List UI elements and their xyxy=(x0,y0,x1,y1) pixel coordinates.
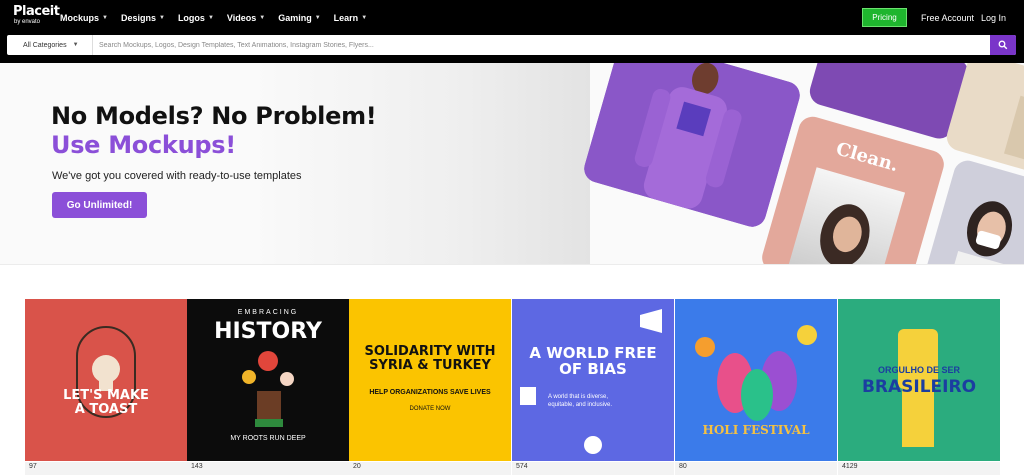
tile-text: A TOAST xyxy=(74,402,138,417)
tile-count-bar xyxy=(838,462,1000,475)
nav-label: Designs xyxy=(120,12,156,23)
search-bar: All Categories ▼ xyxy=(7,35,1016,55)
hero-banner: Clean. No Models? No Problem! Use Mockup… xyxy=(0,63,1024,265)
template-tile[interactable]: A WORLD FREE OF BIAS A world that is div… xyxy=(512,299,674,461)
card-headline: Clean. xyxy=(833,138,901,177)
tile-count-bar xyxy=(187,462,349,475)
tile-count: 80 xyxy=(679,463,687,470)
tile-text: HOLI FESTIVAL xyxy=(702,423,810,437)
tile-count: 574 xyxy=(516,463,528,470)
tile-count-bar xyxy=(675,462,837,475)
main-nav: Mockups ▼ Designs ▼ Logos ▼ Videos ▼ Gaming ▼… xyxy=(60,0,380,35)
tile-count: 4129 xyxy=(842,463,858,470)
chevron-down-icon: ▼ xyxy=(72,42,79,48)
tile-text: equitable, and inclusive. xyxy=(548,402,613,408)
template-tile[interactable]: SOLIDARITY WITH SYRIA & TURKEY HELP ORGA… xyxy=(349,299,511,461)
tile-count-bar xyxy=(25,462,187,475)
tile-text: A world that is diverse, xyxy=(548,394,609,400)
category-select[interactable]: All Categories ▼ xyxy=(7,35,93,55)
tile-count: 143 xyxy=(191,463,203,470)
go-unlimited-button[interactable]: Go Unlimited! xyxy=(52,192,147,218)
nav-item-mockups[interactable]: Mockups ▼ xyxy=(60,13,108,23)
tile-count-bar xyxy=(512,462,674,475)
pricing-button[interactable]: Pricing xyxy=(862,8,907,27)
nav-label: Learn xyxy=(333,12,359,23)
nav-label: Logos xyxy=(177,12,205,23)
tile-text: MY ROOTS RUN DEEP xyxy=(230,435,306,442)
toast-graphic xyxy=(76,326,136,418)
nav-label: Videos xyxy=(226,12,257,23)
chevron-down-icon: ▼ xyxy=(361,14,368,21)
tile-count: 20 xyxy=(353,463,361,470)
hero-image-purple-dress xyxy=(580,63,804,231)
logo-subtext: by envato xyxy=(14,19,41,25)
tile-text: SYRIA & TURKEY xyxy=(369,358,491,373)
template-tile[interactable]: ORGULHO DE SER BRASILEIRO xyxy=(838,299,1000,461)
template-tile[interactable]: LET'S MAKE A TOAST xyxy=(25,299,187,461)
logo-text: Placeit xyxy=(13,4,60,19)
hero-subtitle: We've got you covered with ready-to-use … xyxy=(52,170,302,182)
model-illustration xyxy=(580,63,804,231)
chevron-down-icon: ▼ xyxy=(314,14,321,21)
placeit-logo[interactable]: Placeit by envato xyxy=(13,4,60,29)
chevron-down-icon: ▼ xyxy=(259,14,266,21)
tile-text: SOLIDARITY WITH xyxy=(364,344,496,359)
login-link[interactable]: Log In xyxy=(981,13,1006,23)
card-photo xyxy=(785,167,906,264)
tile-text: HELP ORGANIZATIONS SAVE LIVES xyxy=(369,389,491,396)
hero-background xyxy=(250,63,590,264)
search-bar-region: All Categories ▼ xyxy=(0,35,1024,63)
woman-portrait xyxy=(820,204,870,264)
tile-count: 97 xyxy=(29,463,37,470)
hero-title: No Models? No Problem! xyxy=(51,102,377,130)
chevron-down-icon: ▼ xyxy=(207,14,214,21)
search-icon xyxy=(998,40,1008,50)
top-nav-bar: Placeit by envato Mockups ▼ Designs ▼ Logo… xyxy=(0,0,1024,35)
nav-item-designs[interactable]: Designs ▼ xyxy=(121,13,165,23)
tile-text: BRASILEIRO xyxy=(861,377,977,397)
nav-label: Gaming xyxy=(278,12,312,23)
tile-text: LET'S MAKE xyxy=(63,388,149,403)
nav-item-learn[interactable]: Learn ▼ xyxy=(334,13,367,23)
tile-count-bar xyxy=(349,462,511,475)
nav-item-logos[interactable]: Logos ▼ xyxy=(178,13,214,23)
megaphone-graphic xyxy=(520,309,662,454)
chevron-down-icon: ▼ xyxy=(158,14,165,21)
tile-text: OF BIAS xyxy=(559,360,627,378)
chevron-down-icon: ▼ xyxy=(102,14,108,21)
template-tile[interactable]: HOLI FESTIVAL xyxy=(675,299,837,461)
search-input[interactable] xyxy=(93,35,990,55)
search-button[interactable] xyxy=(990,35,1016,55)
tile-text: ORGULHO DE SER xyxy=(877,365,960,375)
tote-bag xyxy=(1003,95,1024,170)
template-tile[interactable]: EMBRACING HISTORY MY ROOTS RUN DEEP xyxy=(187,299,349,461)
tile-text: DONATE NOW xyxy=(409,406,451,412)
tile-text: A WORLD FREE xyxy=(529,344,657,362)
category-label: All Categories xyxy=(23,41,67,49)
nav-item-videos[interactable]: Videos ▼ xyxy=(227,13,265,23)
tile-title: LET'S MAKE A TOAST xyxy=(25,389,187,417)
nav-label: Mockups xyxy=(60,12,100,23)
hero-title-accent: Use Mockups! xyxy=(51,131,236,159)
nav-item-gaming[interactable]: Gaming ▼ xyxy=(278,13,320,23)
free-account-link[interactable]: Free Account xyxy=(921,13,974,23)
